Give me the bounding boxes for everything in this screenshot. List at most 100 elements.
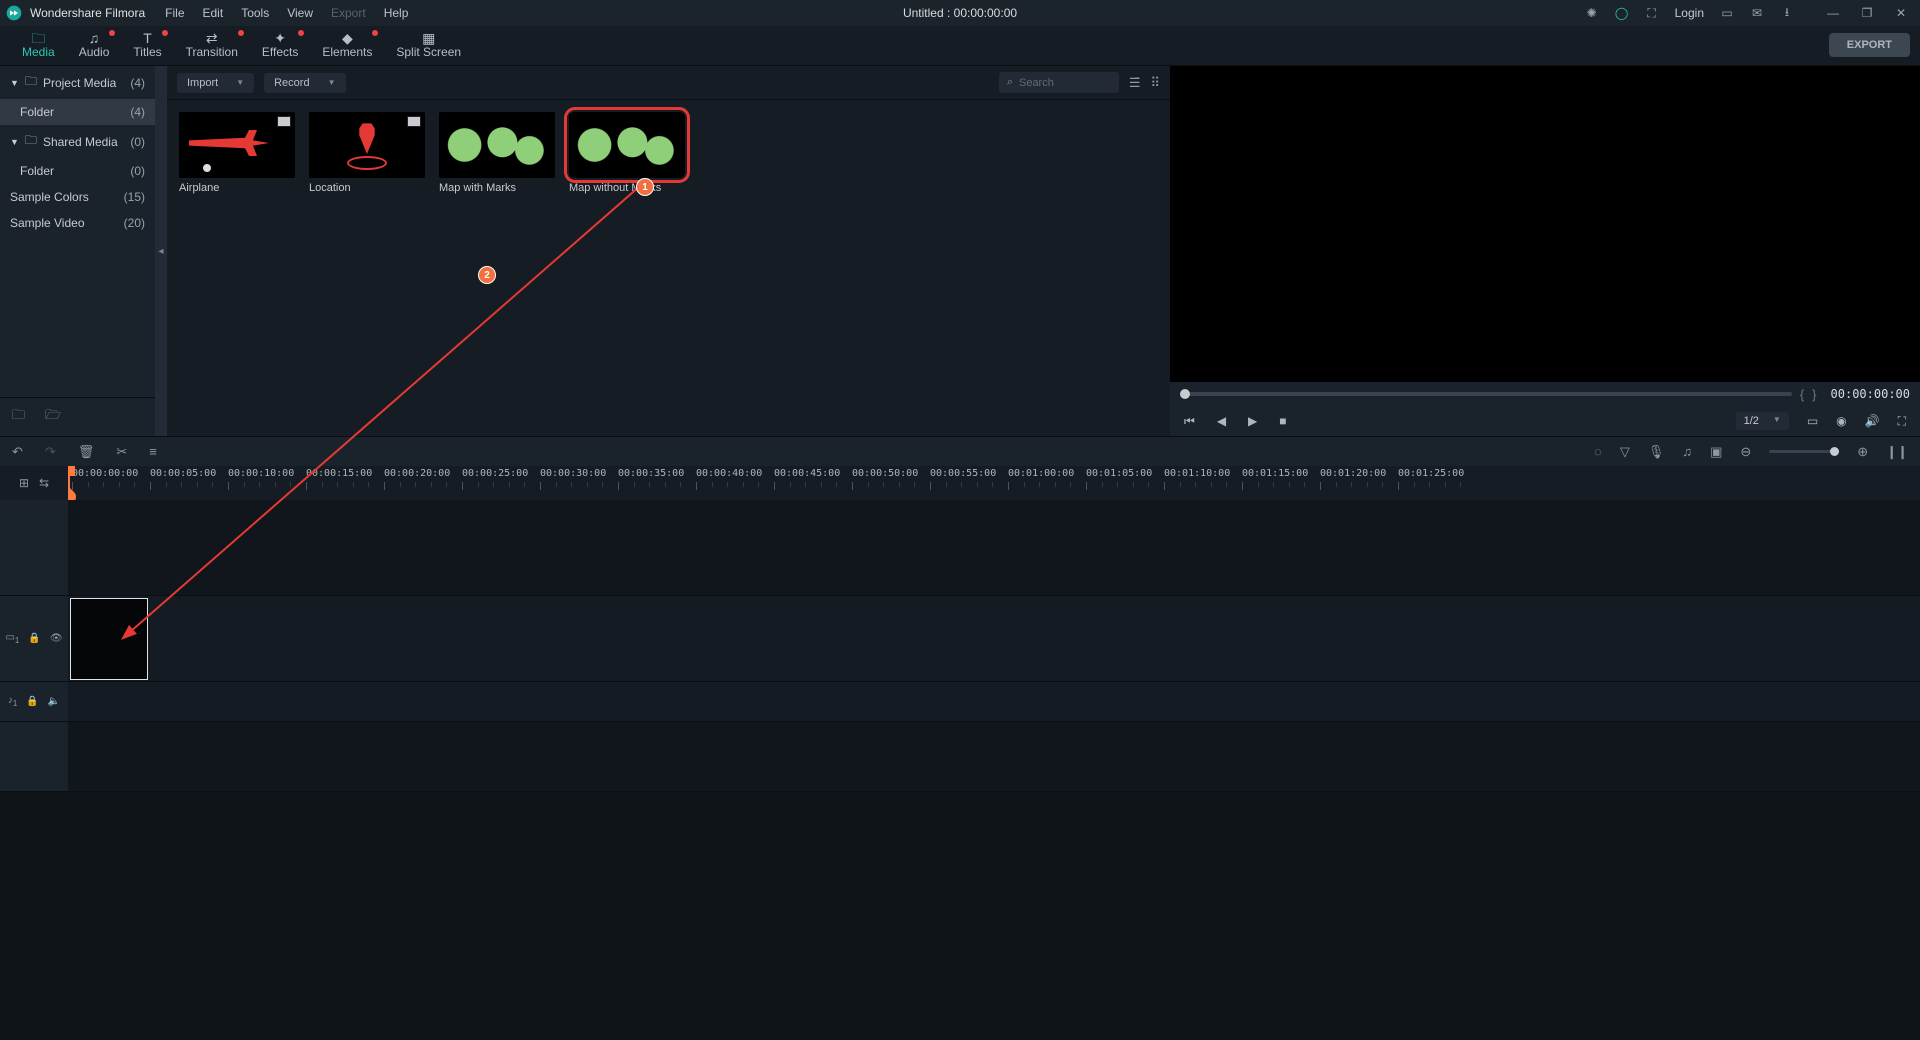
split-button[interactable]: ✂ — [116, 444, 127, 460]
scrub-head[interactable] — [1180, 389, 1190, 399]
sidebar-collapse-button[interactable]: ◂ — [155, 66, 167, 436]
video-track: ▭1 🔒 👁 — [0, 596, 1920, 682]
audio-track-index: 1 — [13, 699, 17, 708]
menu-file[interactable]: File — [165, 6, 184, 20]
menu-help[interactable]: Help — [384, 6, 409, 20]
filter-icon[interactable]: ☰̄ — [1129, 75, 1141, 91]
undo-button[interactable]: ↶ — [12, 444, 23, 460]
track-options-icon[interactable]: ⊞ — [19, 476, 29, 490]
render-icon[interactable]: ◌ — [1594, 444, 1602, 459]
image-badge-icon — [277, 116, 291, 127]
track-lane[interactable] — [68, 500, 1920, 595]
ruler-minor-tick — [899, 482, 900, 487]
record-dropdown[interactable]: Record▼ — [264, 73, 345, 93]
sidebar-item-folder[interactable]: Folder(0) — [0, 158, 155, 184]
login-link[interactable]: Login — [1675, 6, 1704, 20]
video-track-icon[interactable]: ▭1 — [5, 632, 19, 645]
preview-scale-dropdown[interactable]: 1/2▼ — [1736, 412, 1789, 430]
window-close-button[interactable]: ✕ — [1888, 3, 1914, 23]
audio-mixer-icon[interactable]: ♫ — [1682, 444, 1692, 459]
main-area: ▼🗀Project Media(4)Folder(4)▼🗀Shared Medi… — [0, 66, 1920, 436]
tab-elements[interactable]: ◆Elements — [310, 27, 384, 65]
track-gutter — [0, 722, 68, 791]
title-bar: Wondershare Filmora FileEditToolsViewExp… — [0, 0, 1920, 26]
crop-icon[interactable]: ▣ — [1710, 444, 1722, 460]
menu-edit[interactable]: Edit — [203, 6, 224, 20]
snapshot-icon[interactable]: ◉ — [1836, 414, 1846, 428]
media-thumb-airplane[interactable]: Airplane — [179, 112, 295, 194]
link-tracks-icon[interactable]: ⇆ — [39, 476, 49, 490]
sidebar-item-shared-media[interactable]: ▼🗀Shared Media(0) — [0, 125, 155, 158]
mark-in-icon[interactable]: { — [1800, 387, 1804, 402]
audio-track-lane[interactable] — [68, 682, 1920, 721]
mute-icon[interactable]: 🔈 — [48, 696, 60, 707]
ruler-minor-tick — [181, 482, 182, 487]
tips-icon[interactable]: ✺ — [1585, 6, 1599, 20]
menu-export[interactable]: Export — [331, 6, 366, 20]
media-thumb-location[interactable]: Location — [309, 112, 425, 194]
preview-canvas[interactable] — [1170, 66, 1920, 382]
gift-icon[interactable]: ⛶ — [1645, 6, 1659, 20]
tab-split-screen[interactable]: ▦Split Screen — [384, 27, 473, 65]
tab-transition[interactable]: ⇄Transition — [174, 27, 250, 65]
stop-button[interactable]: ■ — [1279, 414, 1286, 428]
sidebar-item-project-media[interactable]: ▼🗀Project Media(4) — [0, 66, 155, 99]
support-icon[interactable]: ◯ — [1615, 6, 1629, 20]
tab-effects[interactable]: ✦Effects — [250, 27, 310, 65]
sidebar-item-folder[interactable]: Folder(4) — [0, 99, 155, 125]
playhead-handle[interactable] — [68, 487, 79, 500]
menu-tools[interactable]: Tools — [241, 6, 269, 20]
window-minimize-button[interactable]: — — [1820, 3, 1846, 23]
save-icon[interactable]: ▭ — [1720, 6, 1734, 20]
preview-quality-icon[interactable]: ▭ — [1807, 414, 1818, 428]
ruler-minor-tick — [88, 482, 89, 487]
zoom-knob[interactable] — [1830, 447, 1839, 456]
tab-titles[interactable]: TTitles — [121, 27, 173, 65]
step-back-button[interactable]: ⏮ — [1184, 414, 1195, 429]
clip-drop-placeholder[interactable] — [70, 598, 148, 680]
zoom-slider[interactable] — [1769, 450, 1839, 453]
grid-view-icon[interactable]: ⠿ — [1150, 75, 1160, 91]
import-dropdown[interactable]: Import▼ — [177, 73, 254, 93]
sidebar-item-sample-colors[interactable]: Sample Colors(15) — [0, 184, 155, 210]
zoom-out-icon[interactable]: ⊖ — [1740, 444, 1751, 460]
delete-button[interactable]: 🗑 — [78, 444, 95, 460]
export-button[interactable]: EXPORT — [1829, 33, 1910, 57]
marker-shield-icon[interactable]: ▽ — [1620, 444, 1630, 460]
zoom-in-icon[interactable]: ⊕ — [1857, 444, 1868, 460]
message-icon[interactable]: ✉ — [1750, 6, 1764, 20]
fullscreen-icon[interactable]: ⛶ — [1898, 414, 1906, 429]
tab-audio[interactable]: ♫Audio — [67, 27, 122, 65]
record-label: Record — [274, 77, 309, 89]
timeline-ruler[interactable]: 00:00:00:0000:00:05:0000:00:10:0000:00:1… — [68, 466, 1920, 500]
scrub-slider[interactable] — [1180, 392, 1792, 396]
lock-icon[interactable]: 🔒 — [28, 633, 40, 644]
window-maximize-button[interactable]: ❐ — [1854, 3, 1880, 23]
media-thumb-map-without-marks[interactable]: Map without Marks — [569, 112, 685, 194]
adjust-button[interactable]: ≡ — [149, 444, 157, 459]
media-thumb-map-with-marks[interactable]: Map with Marks — [439, 112, 555, 194]
annotation-callout-2: 2 — [478, 266, 496, 284]
audio-track-icon[interactable]: ♪1 — [8, 695, 17, 708]
project-title: Untitled : 00:00:00:00 — [903, 6, 1017, 20]
play-button[interactable]: ▶ — [1248, 414, 1257, 428]
search-input[interactable]: ⌕Search — [999, 72, 1119, 93]
redo-button[interactable]: ↷ — [45, 444, 56, 460]
delete-folder-icon[interactable]: 🗁 — [45, 406, 61, 428]
tab-label: Transition — [186, 45, 238, 59]
volume-icon[interactable]: 🔊 — [1865, 414, 1880, 428]
play-back-button[interactable]: ◀ — [1217, 414, 1226, 428]
download-icon[interactable]: ⭳ — [1780, 6, 1794, 20]
voiceover-icon[interactable]: 🎙 — [1648, 444, 1665, 460]
mark-out-icon[interactable]: } — [1812, 387, 1816, 402]
lock-icon[interactable]: 🔒 — [26, 696, 38, 707]
tab-media[interactable]: 🗀Media — [10, 27, 67, 65]
eye-icon[interactable]: 👁 — [50, 633, 63, 644]
new-folder-icon[interactable]: 🗀 — [12, 406, 25, 428]
zoom-fit-icon[interactable]: ❙❙ — [1886, 444, 1908, 460]
menu-view[interactable]: View — [287, 6, 313, 20]
video-track-lane[interactable] — [68, 596, 1920, 681]
ruler-minor-tick — [1445, 482, 1446, 487]
sidebar-item-sample-video[interactable]: Sample Video(20) — [0, 210, 155, 236]
track-lane[interactable] — [68, 722, 1920, 791]
